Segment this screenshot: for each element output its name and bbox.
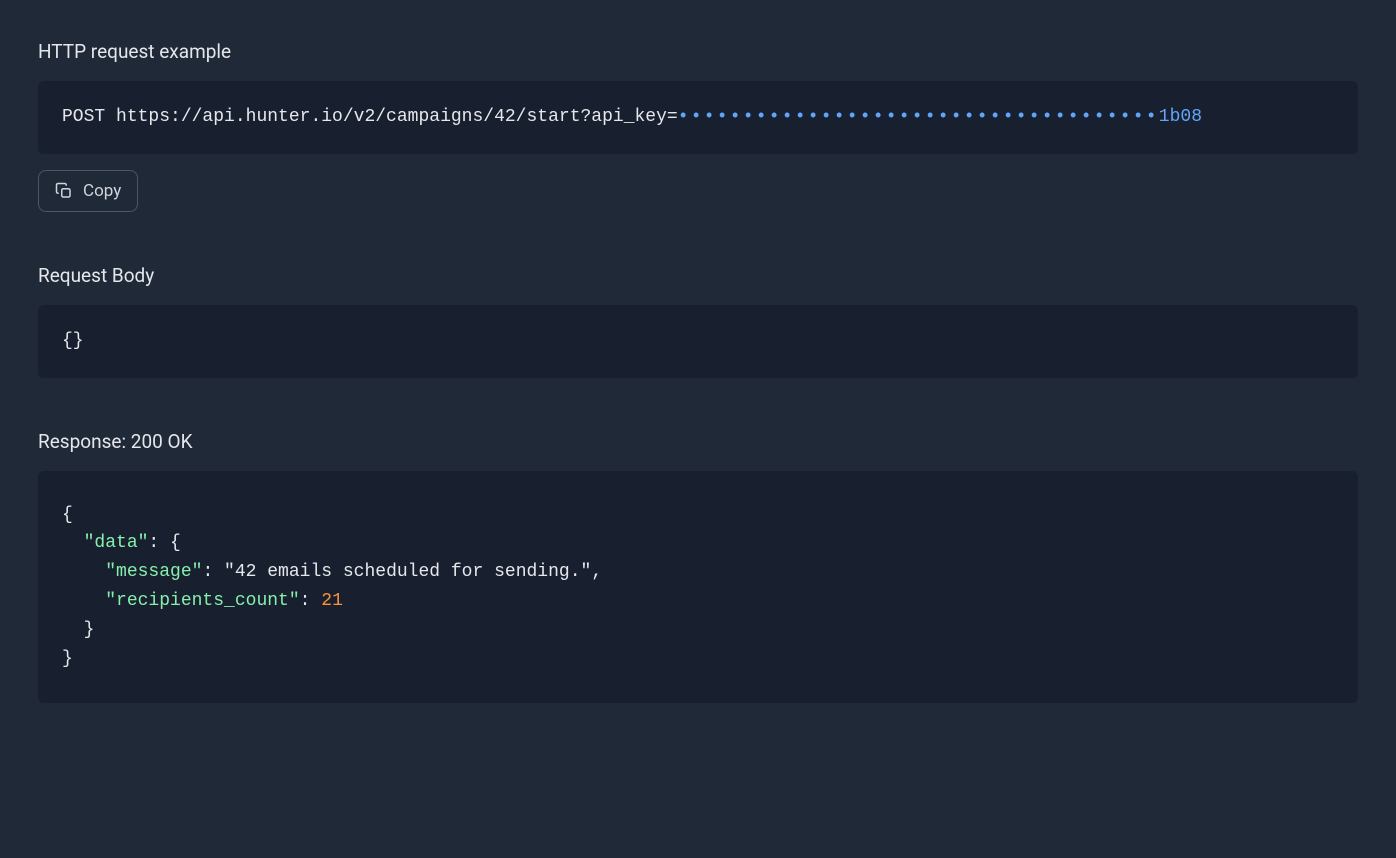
json-brace-open: {	[62, 505, 73, 525]
copy-button[interactable]: Copy	[38, 170, 138, 212]
json-brace-close-inner: }	[84, 620, 95, 640]
request-body-title: Request Body	[38, 264, 1358, 287]
json-value-recipients: 21	[321, 591, 343, 611]
json-colon: :	[300, 591, 322, 611]
http-request-title: HTTP request example	[38, 40, 1358, 63]
http-request-section: HTTP request example POST https://api.hu…	[38, 40, 1358, 212]
copy-label: Copy	[83, 181, 121, 201]
json-comma: ,	[591, 562, 602, 582]
response-code-block: { "data": { "message": "42 emails schedu…	[38, 471, 1358, 704]
http-url: https://api.hunter.io/v2/campaigns/42/st…	[116, 107, 678, 127]
response-section: Response: 200 OK { "data": { "message": …	[38, 430, 1358, 704]
json-value-message: "42 emails scheduled for sending."	[224, 562, 591, 582]
request-body-code-block: {}	[38, 305, 1358, 378]
api-key-masked: •••••••••••••••••••••••••••••••••••••	[678, 107, 1159, 127]
copy-icon	[55, 182, 73, 200]
json-brace-close-outer: }	[62, 649, 73, 669]
response-title: Response: 200 OK	[38, 430, 1358, 453]
request-body-content: {}	[62, 331, 84, 351]
request-body-section: Request Body {}	[38, 264, 1358, 378]
json-key-message: "message"	[105, 562, 202, 582]
json-key-recipients: "recipients_count"	[105, 591, 299, 611]
json-colon: :	[202, 562, 224, 582]
api-key-suffix: 1b08	[1159, 107, 1202, 127]
http-request-code-block: POST https://api.hunter.io/v2/campaigns/…	[38, 81, 1358, 154]
json-key-data: "data"	[84, 533, 149, 553]
http-method: POST	[62, 107, 116, 127]
json-colon: : {	[148, 533, 180, 553]
